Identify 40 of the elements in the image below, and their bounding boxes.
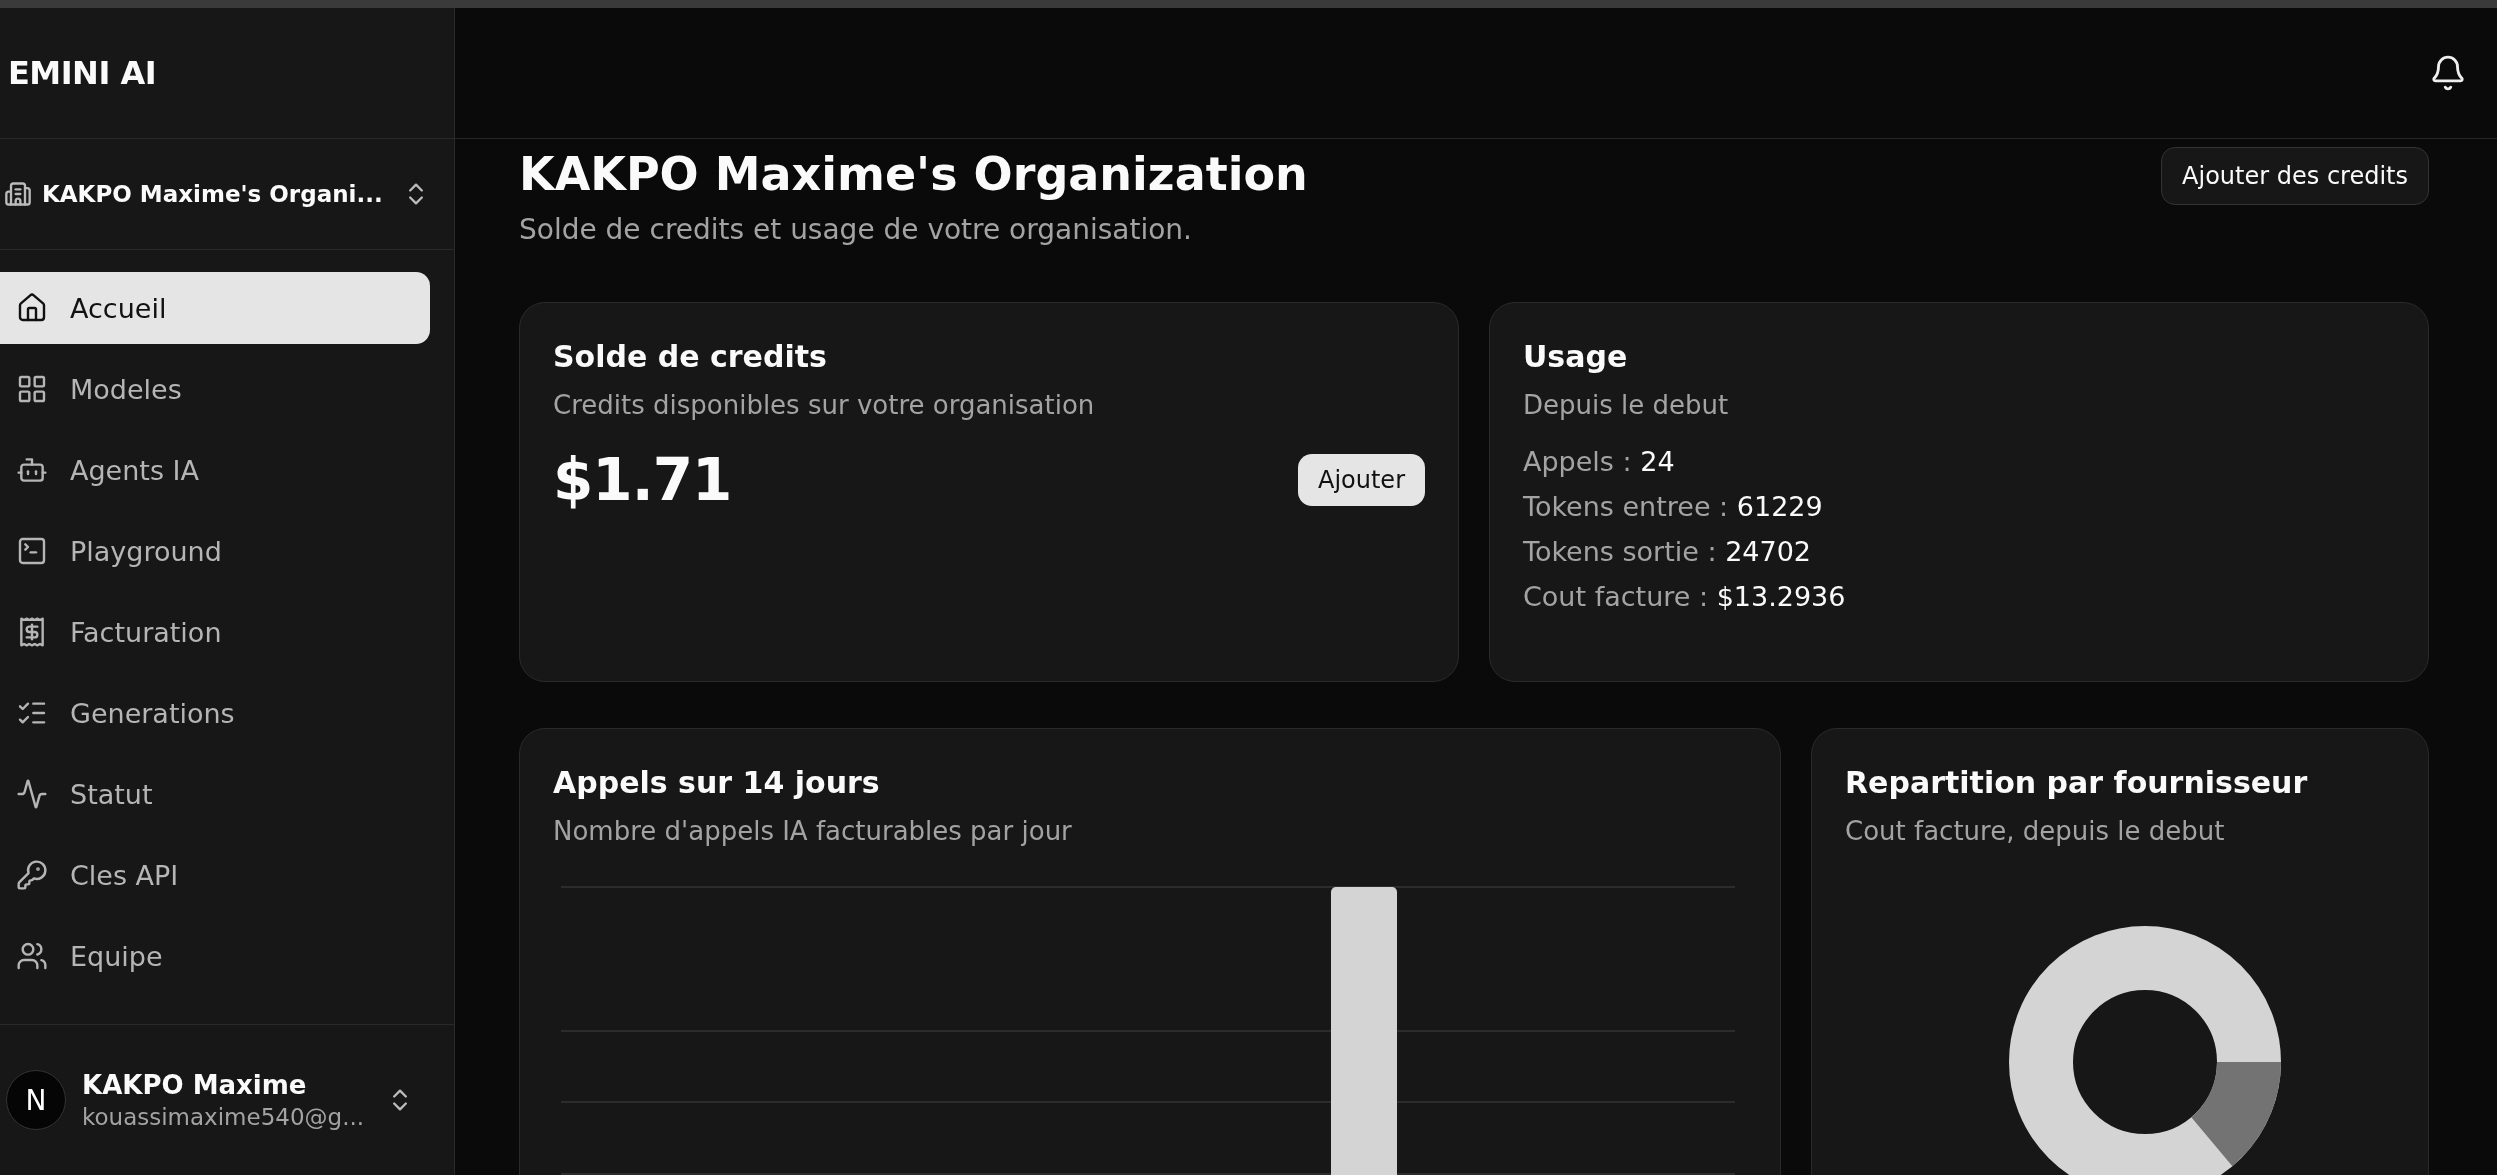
- user-menu[interactable]: N KAKPO Maxime kouassimaxime540@g...: [0, 1024, 454, 1175]
- usage-stat: Tokens sortie : 24702: [1523, 536, 1813, 567]
- house-icon: [16, 292, 48, 324]
- nav-item[interactable]: Agents IA: [0, 434, 430, 506]
- key-icon: [16, 859, 48, 891]
- page-subtitle: Solde de credits et usage de votre organisation.: [519, 213, 1193, 246]
- card-title: Solde de credits: [553, 339, 828, 374]
- grid-icon: [16, 373, 48, 405]
- nav-item[interactable]: Cles API: [0, 839, 430, 911]
- nav-item[interactable]: Facturation: [0, 596, 430, 668]
- nav-item[interactable]: Playground: [0, 515, 430, 587]
- nav-item[interactable]: Equipe: [0, 920, 430, 992]
- pulse-icon: [16, 778, 48, 810]
- terminal-icon: [16, 535, 48, 567]
- avatar: N: [6, 1070, 66, 1130]
- building-icon: [4, 180, 32, 208]
- bell-icon[interactable]: [2429, 54, 2467, 92]
- card-title: Usage: [1523, 339, 1629, 374]
- app-logo: EMINI AI: [8, 54, 157, 92]
- page-title: KAKPO Maxime's Organization: [519, 147, 1308, 201]
- nav-item[interactable]: Generations: [0, 677, 430, 749]
- users-icon: [16, 940, 48, 972]
- add-credits-button[interactable]: Ajouter des credits: [2161, 147, 2429, 205]
- nav-item[interactable]: Accueil: [0, 272, 430, 344]
- organization-switcher[interactable]: KAKPO Maxime's Organi...: [0, 139, 454, 250]
- usage-stat: Appels : 24: [1523, 446, 1676, 477]
- user-email: kouassimaxime540@g...: [82, 1104, 366, 1130]
- nav-item[interactable]: Modeles: [0, 353, 430, 425]
- card-title: Appels sur 14 jours: [553, 765, 881, 800]
- card-subtitle: Nombre d'appels IA facturables par jour: [553, 816, 1073, 846]
- card-subtitle: Depuis le debut: [1523, 390, 1730, 420]
- card-title: Repartition par fournisseur: [1845, 765, 2309, 800]
- card-subtitle: Cout facture, depuis le debut: [1845, 816, 2226, 846]
- add-button[interactable]: Ajouter: [1297, 454, 1425, 506]
- nav-item[interactable]: Statut: [0, 758, 430, 830]
- user-name: KAKPO Maxime: [82, 1070, 308, 1100]
- card-subtitle: Credits disponibles sur votre organisation: [553, 390, 1096, 420]
- usage-stat: Tokens entree : 61229: [1523, 491, 1824, 522]
- usage-stat: Cout facture : $13.2936: [1523, 581, 1847, 612]
- credit-amount: $1.71: [553, 446, 732, 514]
